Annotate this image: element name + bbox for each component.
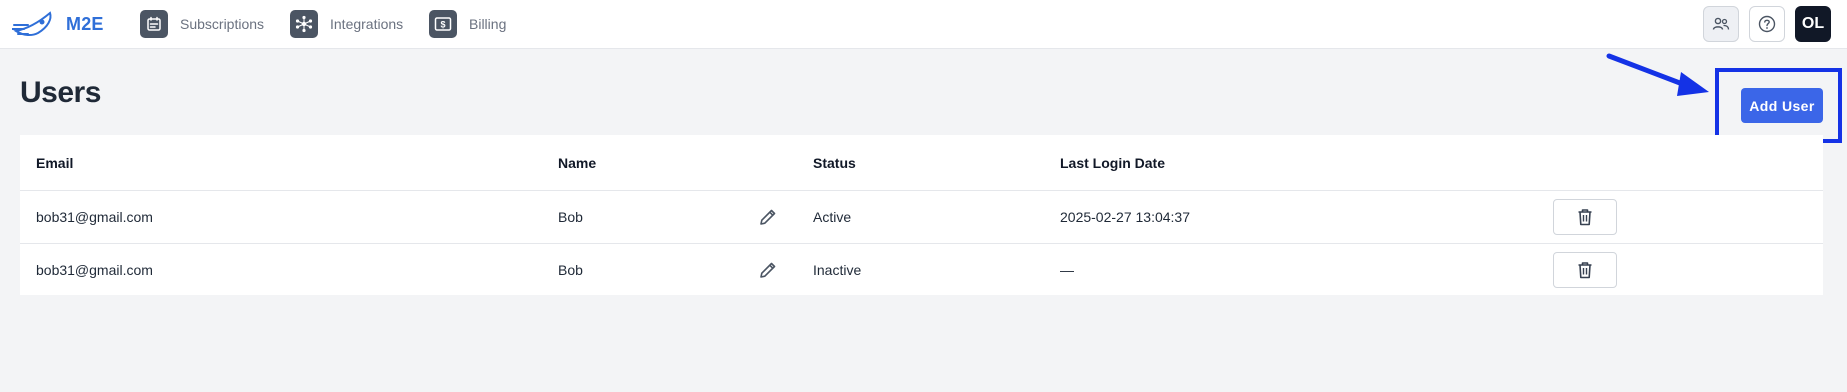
user-email: bob31@gmail.com [36,209,153,225]
table-header-row: Email Name Status Last Login Date [20,135,1823,191]
column-header-name[interactable]: Name [558,155,596,171]
trash-icon [1578,262,1592,279]
svg-text:$: $ [440,20,445,30]
rocket-icon [12,11,52,37]
user-status: Inactive [813,262,862,278]
help-circle-icon [1758,15,1776,33]
users-button[interactable] [1703,6,1739,42]
logo-text: M2E [66,13,104,34]
nav-subscriptions[interactable]: Subscriptions [140,10,264,38]
user-status: Active [813,209,852,225]
app-logo[interactable]: M2E [12,8,104,40]
add-user-button[interactable]: Add User [1741,88,1823,123]
hub-network-icon [290,10,318,38]
user-email: bob31@gmail.com [36,262,153,278]
nav-integrations-label: Integrations [330,16,404,32]
nav-billing-label: Billing [469,16,507,32]
users-icon [1712,17,1730,30]
calendar-list-icon [140,10,168,38]
nav-billing[interactable]: $ Billing [429,10,506,38]
delete-user-button[interactable] [1553,252,1617,288]
column-header-status[interactable]: Status [813,155,856,171]
annotation-arrow-icon [1606,53,1709,96]
nav-integrations[interactable]: Integrations [290,10,403,38]
user-last-login: 2025-02-27 13:04:37 [1060,209,1190,225]
column-header-last-login-date[interactable]: Last Login Date [1060,155,1165,171]
column-header-email[interactable]: Email [36,155,73,171]
page-title: Users [20,76,101,109]
top-navigation-bar: M2E Subscriptions Integrations $ Billing… [0,0,1847,49]
dollar-bill-icon: $ [429,10,457,38]
table-row: bob31@gmail.com Bob Inactive — [20,244,1823,296]
nav-subscriptions-label: Subscriptions [180,16,265,32]
user-name: Bob [558,262,583,278]
user-last-login: — [1060,262,1074,278]
delete-user-button[interactable] [1553,199,1617,235]
edit-name-button[interactable] [756,258,780,282]
user-avatar[interactable]: OL [1795,6,1831,42]
pencil-icon [760,209,776,225]
user-name: Bob [558,209,583,225]
trash-icon [1578,209,1592,226]
edit-name-button[interactable] [756,205,780,229]
pencil-icon [760,262,776,278]
help-button[interactable] [1749,6,1785,42]
users-table: Email Name Status Last Login Date bob31@… [20,135,1823,295]
table-row: bob31@gmail.com Bob Active 2025-02-27 13… [20,191,1823,244]
